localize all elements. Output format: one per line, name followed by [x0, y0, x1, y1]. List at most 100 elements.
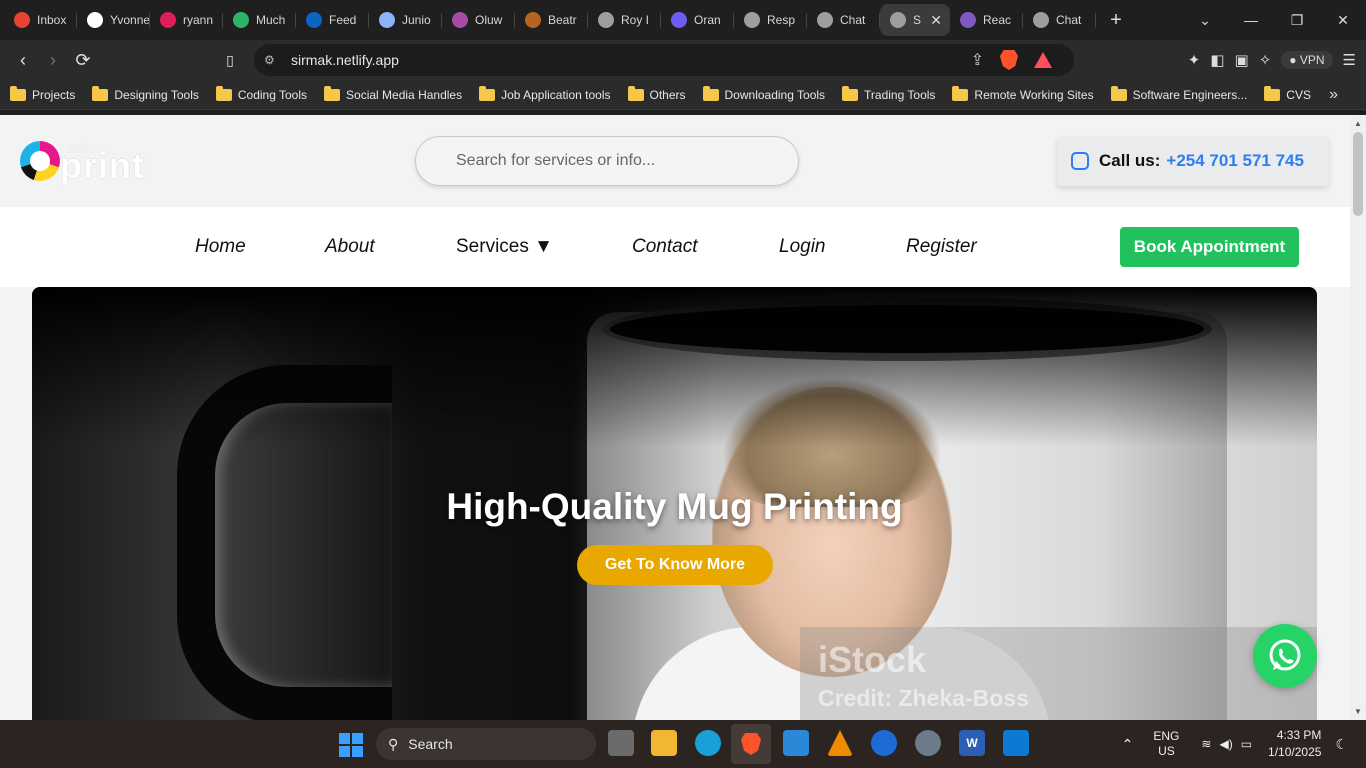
bookmark-folder[interactable]: CVS	[1264, 85, 1311, 102]
edge-icon[interactable]	[695, 730, 721, 756]
bookmark-icon[interactable]: ▯	[215, 45, 245, 75]
nav-register[interactable]: Register	[906, 236, 977, 258]
bookmark-folder[interactable]: Projects	[10, 85, 75, 102]
hero-banner: iStock Credit: Zheka-Boss High-Quality M…	[32, 287, 1317, 720]
nav-about[interactable]: About	[325, 236, 375, 258]
bookmark-folder[interactable]: Social Media Handles	[324, 85, 463, 102]
browser-tab[interactable]: Inbox	[4, 4, 77, 36]
call-us-label: Call us:	[1099, 151, 1161, 170]
leo-ai-icon[interactable]: ✧	[1259, 51, 1272, 69]
call-us-box[interactable]: Call us: +254 701 571 745	[1057, 136, 1329, 186]
browser-tab[interactable]: Chat	[807, 4, 880, 36]
record-icon	[525, 12, 541, 28]
wifi-icon[interactable]: ≋	[1201, 737, 1211, 751]
close-window-button[interactable]: ✕	[1320, 0, 1366, 40]
bookmark-folder[interactable]: Others	[627, 85, 686, 102]
browser-tab[interactable]: Oluw	[442, 4, 515, 36]
vscode-icon[interactable]	[1003, 730, 1029, 756]
scroll-down-icon[interactable]: ▼	[1354, 707, 1362, 716]
tab-search-icon[interactable]: ⌄	[1182, 0, 1228, 40]
bookmark-folder[interactable]: Job Application tools	[479, 85, 611, 102]
clock[interactable]: 4:33 PM 1/10/2025	[1268, 727, 1321, 761]
microsoft-store-icon[interactable]	[783, 730, 809, 756]
file-explorer-icon[interactable]	[651, 730, 677, 756]
whatsapp-chat-button[interactable]	[1253, 624, 1317, 688]
bookmark-folder[interactable]: Software Engineers...	[1110, 85, 1247, 102]
new-tab-button[interactable]: +	[1096, 9, 1136, 32]
wallet-icon[interactable]: ▣	[1235, 51, 1249, 69]
star-icon	[233, 12, 249, 28]
browser-tab[interactable]: Beatr	[515, 4, 588, 36]
word-icon[interactable]: W	[959, 730, 985, 756]
bookmark-folder[interactable]: Trading Tools	[842, 85, 935, 102]
site-search-input[interactable]	[415, 136, 799, 186]
reload-button[interactable]: ⟳	[68, 45, 98, 75]
nav-login[interactable]: Login	[779, 236, 826, 258]
bookmark-label: Downloading Tools	[724, 87, 826, 102]
more-bookmarks-icon[interactable]: »	[1329, 86, 1338, 104]
get-to-know-more-button[interactable]: Get To Know More	[577, 545, 773, 585]
close-tab-icon[interactable]: ✕	[930, 12, 942, 29]
task-view-icon[interactable]	[608, 730, 634, 756]
windows-start-icon[interactable]	[339, 733, 363, 757]
forward-button[interactable]: ›	[38, 45, 68, 75]
site-info-icon[interactable]: ⚙	[264, 53, 275, 67]
brave-shields-icon[interactable]	[1000, 50, 1018, 70]
browser-tab[interactable]: Junio	[369, 4, 442, 36]
vpn-button[interactable]: ● VPN	[1281, 51, 1333, 69]
watermark-credit: Credit: Zheka-Boss	[818, 685, 1029, 711]
menu-icon[interactable]: ☰	[1343, 51, 1356, 69]
browser-tab[interactable]: Feed	[296, 4, 369, 36]
folder-icon	[92, 85, 109, 101]
nav-contact[interactable]: Contact	[632, 236, 697, 258]
bookmark-folder[interactable]: Coding Tools	[215, 85, 308, 102]
book-appointment-button[interactable]: Book Appointment	[1120, 227, 1299, 267]
focus-assist-icon[interactable]: ☾	[1335, 736, 1348, 753]
browser-tab[interactable]: ryann	[150, 4, 223, 36]
browser-tab[interactable]: Resp	[734, 4, 807, 36]
maximize-button[interactable]: ❐	[1274, 0, 1320, 40]
show-hidden-icons[interactable]: ⌃	[1122, 736, 1134, 753]
settings-gear-icon[interactable]	[915, 730, 941, 756]
browser-tab[interactable]: Much	[223, 4, 296, 36]
bookmark-folder[interactable]: Remote Working Sites	[952, 85, 1094, 102]
site-logo[interactable]: cool print	[20, 139, 150, 186]
bookmark-folder[interactable]: Designing Tools	[92, 85, 199, 102]
scroll-up-icon[interactable]: ▲	[1354, 119, 1362, 128]
avatar-icon	[452, 12, 468, 28]
browser-tab[interactable]: Yvonne	[77, 4, 150, 36]
volume-icon[interactable]: ◀)	[1219, 737, 1232, 751]
bookmark-label: Social Media Handles	[346, 87, 463, 102]
nav-services-dropdown[interactable]: Services ▼	[456, 236, 553, 258]
taskbar-search[interactable]: ⚲ Search	[376, 728, 596, 760]
scroll-thumb[interactable]	[1353, 132, 1363, 216]
clock-time: 4:33 PM	[1276, 728, 1322, 742]
browser-tab[interactable]: Chat	[1023, 4, 1096, 36]
back-button[interactable]: ‹	[8, 45, 38, 75]
extensions-icon[interactable]: ✦	[1188, 51, 1201, 69]
bookmark-label: Coding Tools	[237, 87, 308, 102]
penguin-app-icon[interactable]	[871, 730, 897, 756]
battery-icon[interactable]: ▭	[1241, 737, 1252, 751]
browser-tab[interactable]: Oran	[661, 4, 734, 36]
language-indicator[interactable]: ENG US	[1153, 729, 1179, 759]
whatsapp-icon	[1269, 639, 1301, 671]
share-icon[interactable]: ⇪	[971, 50, 984, 70]
address-bar[interactable]: ⚙ sirmak.netlify.app ⇪	[254, 44, 1074, 76]
browser-tab[interactable]: Roy I	[588, 4, 661, 36]
vlc-icon[interactable]	[827, 730, 853, 756]
call-us-number[interactable]: +254 701 571 745	[1166, 151, 1304, 171]
sidebar-icon[interactable]: ◧	[1210, 51, 1224, 69]
brave-rewards-icon[interactable]	[1034, 52, 1052, 68]
browser-tab[interactable]: Reac	[950, 4, 1023, 36]
nav-home[interactable]: Home	[195, 236, 246, 258]
brave-taskbar-icon[interactable]	[731, 724, 771, 764]
tab-title: Chat	[1056, 13, 1082, 27]
folder-icon	[702, 85, 719, 101]
url-text[interactable]: sirmak.netlify.app	[291, 52, 399, 68]
minimize-button[interactable]: —	[1228, 0, 1274, 40]
folder-icon	[10, 85, 26, 101]
bookmark-folder[interactable]: Downloading Tools	[702, 85, 826, 102]
browser-tab[interactable]: S ✕	[880, 4, 950, 36]
page-scrollbar[interactable]: ▲ ▼	[1350, 115, 1366, 720]
